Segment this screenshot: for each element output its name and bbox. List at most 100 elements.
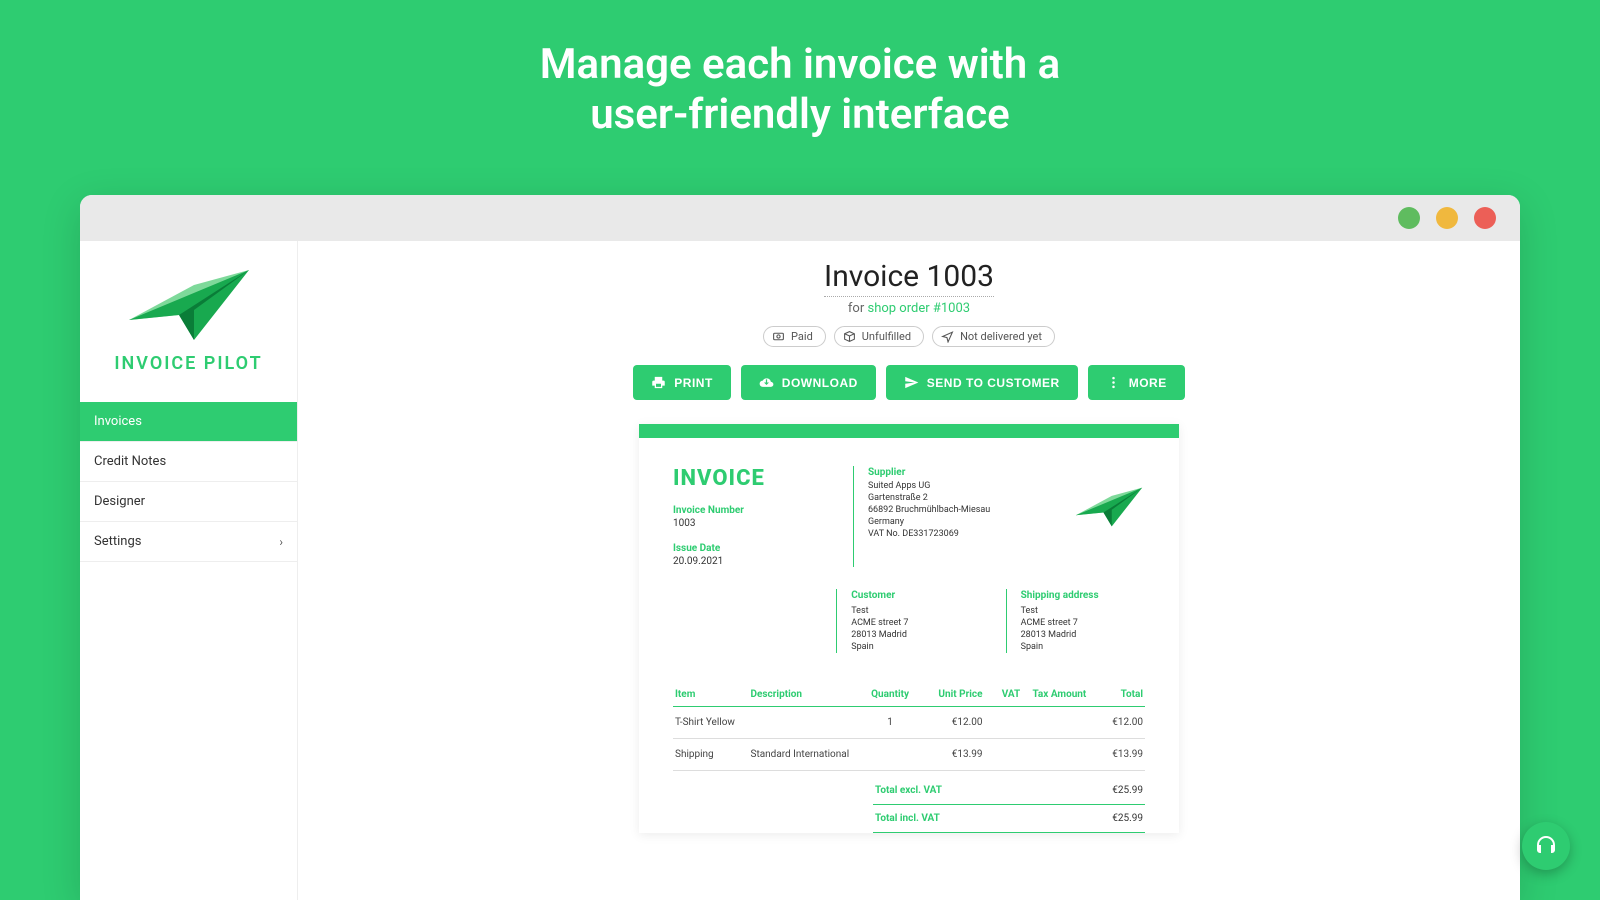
cell-total: €13.99 xyxy=(1088,739,1145,771)
status-badges: Paid Unfulfilled Not delivered yet xyxy=(763,326,1055,347)
shipping-label: Shipping address xyxy=(1021,589,1145,603)
traffic-light-maximize[interactable] xyxy=(1436,207,1458,229)
send-icon xyxy=(941,330,954,343)
brand-name: INVOICE PILOT xyxy=(90,353,287,374)
cash-icon xyxy=(772,330,785,343)
supplier-block: Supplier Suited Apps UG Gartenstraße 2 6… xyxy=(853,466,990,567)
col-item: Item xyxy=(673,683,749,707)
app-window: INVOICE PILOT Invoices Credit Notes Desi… xyxy=(80,195,1520,900)
shipping-country: Spain xyxy=(1021,641,1145,653)
sidebar: INVOICE PILOT Invoices Credit Notes Desi… xyxy=(80,241,298,900)
send-to-customer-button[interactable]: SEND TO CUSTOMER xyxy=(886,365,1078,400)
cell-quantity xyxy=(862,739,919,771)
cell-item: T-Shirt Yellow xyxy=(673,707,749,739)
table-row: T-Shirt Yellow 1 €12.00 €12.00 xyxy=(673,707,1145,739)
supplier-name: Suited Apps UG xyxy=(868,480,990,492)
customer-country: Spain xyxy=(851,641,975,653)
col-tax-amount: Tax Amount xyxy=(1022,683,1088,707)
sidebar-item-credit-notes[interactable]: Credit Notes xyxy=(80,442,297,482)
cell-tax-amount xyxy=(1022,739,1088,771)
col-description: Description xyxy=(749,683,862,707)
shipping-city: 28013 Madrid xyxy=(1021,629,1145,641)
cell-unit-price: €12.00 xyxy=(918,707,984,739)
invoice-preview: INVOICE Invoice Number 1003 Issue Date 2… xyxy=(639,424,1179,833)
supplier-street: Gartenstraße 2 xyxy=(868,492,990,504)
total-excl-value: €25.99 xyxy=(1112,785,1143,796)
support-chat-button[interactable] xyxy=(1522,822,1570,870)
line-items-table: Item Description Quantity Unit Price VAT… xyxy=(673,683,1145,771)
print-button[interactable]: PRINT xyxy=(633,365,731,400)
button-label: SEND TO CUSTOMER xyxy=(927,376,1060,390)
invoice-number: 1003 xyxy=(673,518,823,529)
sidebar-item-designer[interactable]: Designer xyxy=(80,482,297,522)
shipping-block: Shipping address Test ACME street 7 2801… xyxy=(1006,589,1145,653)
shop-order-link[interactable]: shop order #1003 xyxy=(867,301,970,316)
col-total: Total xyxy=(1088,683,1145,707)
col-quantity: Quantity xyxy=(862,683,919,707)
paper-plane-logo-icon xyxy=(124,265,254,345)
customer-street: ACME street 7 xyxy=(851,617,975,629)
action-bar: PRINT DOWNLOAD SEND TO CUSTOMER MORE xyxy=(633,365,1184,400)
window-chrome xyxy=(80,195,1520,241)
cell-tax-amount xyxy=(1022,707,1088,739)
badge-label: Not delivered yet xyxy=(960,330,1042,343)
button-label: DOWNLOAD xyxy=(782,376,858,390)
page-subtitle: for shop order #1003 xyxy=(848,301,970,316)
package-icon xyxy=(843,330,856,343)
button-label: PRINT xyxy=(674,376,713,390)
headset-icon xyxy=(1534,834,1558,858)
invoice-number-label: Invoice Number xyxy=(673,505,823,516)
sidebar-item-settings[interactable]: Settings › xyxy=(80,522,297,562)
sidebar-item-label: Invoices xyxy=(94,414,142,429)
traffic-light-minimize[interactable] xyxy=(1398,207,1420,229)
print-icon xyxy=(651,375,666,390)
col-unit-price: Unit Price xyxy=(918,683,984,707)
badge-label: Paid xyxy=(791,330,813,343)
total-excl-label: Total excl. VAT xyxy=(875,785,942,796)
shipping-street: ACME street 7 xyxy=(1021,617,1145,629)
issue-date: 20.09.2021 xyxy=(673,556,823,567)
customer-label: Customer xyxy=(851,589,975,603)
paper-plane-logo-icon xyxy=(1073,484,1145,530)
button-label: MORE xyxy=(1129,376,1167,390)
cell-description xyxy=(749,707,862,739)
badge-not-delivered: Not delivered yet xyxy=(932,326,1055,347)
badge-paid: Paid xyxy=(763,326,826,347)
supplier-vat: VAT No. DE331723069 xyxy=(868,528,990,540)
main-content: Invoice 1003 for shop order #1003 Paid U… xyxy=(298,241,1520,900)
cell-description: Standard International xyxy=(749,739,862,771)
cloud-download-icon xyxy=(759,375,774,390)
chevron-right-icon: › xyxy=(279,535,283,549)
app-logo: INVOICE PILOT xyxy=(80,241,297,402)
totals-block: Total excl. VAT €25.99 Total incl. VAT €… xyxy=(673,777,1145,833)
col-vat: VAT xyxy=(984,683,1022,707)
sidebar-item-label: Credit Notes xyxy=(94,454,166,469)
cell-vat xyxy=(984,739,1022,771)
badge-unfulfilled: Unfulfilled xyxy=(834,326,924,347)
hero-line2: user-friendly interface xyxy=(0,90,1600,140)
download-button[interactable]: DOWNLOAD xyxy=(741,365,876,400)
hero-line1: Manage each invoice with a xyxy=(0,40,1600,90)
cell-total: €12.00 xyxy=(1088,707,1145,739)
customer-block: Customer Test ACME street 7 28013 Madrid… xyxy=(836,589,975,653)
cell-item: Shipping xyxy=(673,739,749,771)
sidebar-item-label: Designer xyxy=(94,494,145,509)
more-vertical-icon xyxy=(1106,375,1121,390)
supplier-label: Supplier xyxy=(868,466,990,480)
page-title: Invoice 1003 xyxy=(824,259,994,297)
invoice-heading: INVOICE xyxy=(673,466,823,491)
cell-quantity: 1 xyxy=(862,707,919,739)
total-incl-label: Total incl. VAT xyxy=(875,813,940,824)
shipping-name: Test xyxy=(1021,605,1145,617)
doc-accent-bar xyxy=(639,424,1179,438)
sidebar-nav: Invoices Credit Notes Designer Settings … xyxy=(80,402,297,562)
invoice-logo xyxy=(1073,466,1145,567)
more-button[interactable]: MORE xyxy=(1088,365,1185,400)
total-incl-value: €25.99 xyxy=(1112,813,1143,824)
sidebar-item-invoices[interactable]: Invoices xyxy=(80,402,297,442)
table-row: Shipping Standard International €13.99 €… xyxy=(673,739,1145,771)
supplier-city: 66892 Bruchmühlbach-Miesau xyxy=(868,504,990,516)
sidebar-item-label: Settings xyxy=(94,534,141,549)
traffic-light-close[interactable] xyxy=(1474,207,1496,229)
send-icon xyxy=(904,375,919,390)
